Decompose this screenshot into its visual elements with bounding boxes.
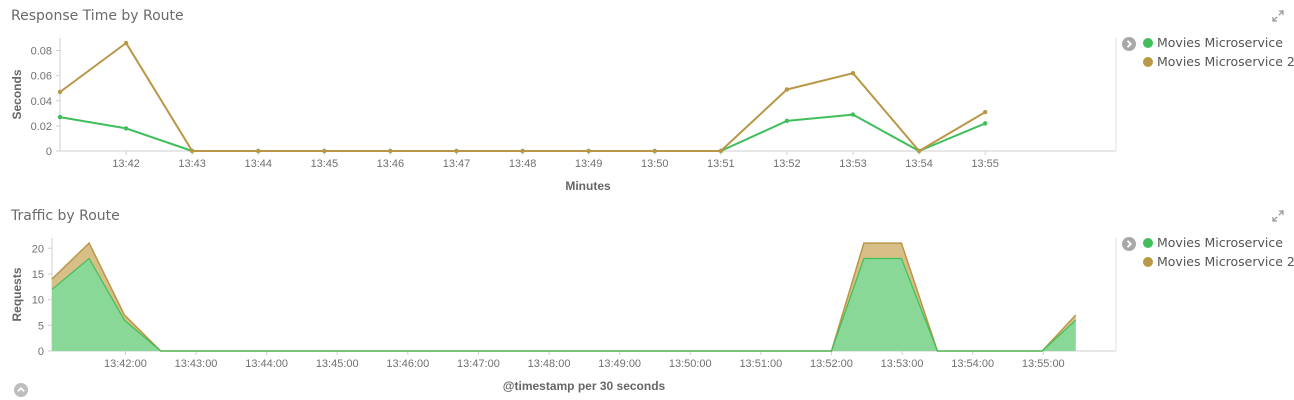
x-axis-label: Minutes — [565, 179, 611, 193]
data-point — [652, 148, 657, 154]
y-tick-label: 15 — [32, 269, 44, 281]
legend-item-movies-microservice-2[interactable]: Movies Microservice 2 — [1143, 52, 1294, 71]
data-point — [916, 148, 922, 154]
x-axis-label: @timestamp per 30 seconds — [503, 379, 666, 393]
data-point — [586, 148, 591, 154]
response-time-chart: 0 0.02 0.04 0.06 0.08 13:42 13:43 13:44 13:45 13:… — [10, 38, 1117, 193]
x-tick-label: 13:49:00 — [598, 358, 641, 370]
x-tick-label: 13:46 — [377, 158, 405, 170]
x-tick-label: 13:45 — [311, 158, 339, 170]
x-tick-label: 13:54 — [905, 158, 933, 170]
y-tick-label: 0.06 — [31, 71, 52, 83]
x-tick-label: 13:43 — [178, 158, 206, 170]
x-tick-label: 13:45:00 — [316, 358, 359, 370]
legend-item-movies-microservice[interactable]: Movies Microservice — [1143, 33, 1294, 52]
y-tick-label: 0.02 — [31, 121, 52, 133]
data-point — [189, 148, 195, 154]
data-point — [718, 148, 724, 154]
legend-item-movies-microservice[interactable]: Movies Microservice — [1143, 233, 1294, 252]
x-tick-label: 13:49 — [575, 158, 603, 170]
legend-label: Movies Microservice — [1157, 35, 1283, 50]
y-tick-label: 0 — [38, 346, 44, 358]
legend-item-movies-microservice-2[interactable]: Movies Microservice 2 — [1143, 252, 1294, 271]
x-tick-label: 13:46:00 — [386, 358, 429, 370]
y-tick-label: 5 — [38, 320, 44, 332]
data-point — [256, 148, 261, 154]
x-tick-label: 13:44 — [244, 158, 272, 170]
x-tick-label: 13:42 — [112, 158, 140, 170]
data-point — [982, 121, 988, 126]
x-tick-label: 13:54:00 — [951, 358, 994, 370]
data-point — [784, 87, 790, 92]
y-tick-label: 20 — [32, 243, 44, 255]
x-tick-label: 13:43:00 — [175, 358, 218, 370]
y-axis-label: Requests — [10, 267, 24, 321]
x-tick-label: 13:44:00 — [245, 358, 288, 370]
chevron-up-icon[interactable] — [14, 383, 28, 397]
data-point — [123, 126, 129, 131]
data-point — [520, 148, 525, 154]
data-point — [982, 109, 988, 115]
x-tick-label: 13:42:00 — [104, 358, 147, 370]
x-tick-label: 13:50 — [641, 158, 669, 170]
x-tick-label: 13:51:00 — [739, 358, 782, 370]
data-point — [123, 40, 129, 46]
x-tick-label: 13:52:00 — [810, 358, 853, 370]
data-point — [322, 148, 327, 154]
x-tick-label: 13:48 — [509, 158, 537, 170]
data-point — [850, 112, 856, 117]
x-tick-label: 13:52 — [773, 158, 801, 170]
legend-label: Movies Microservice 2 — [1157, 54, 1294, 69]
legend-label: Movies Microservice — [1157, 235, 1283, 250]
x-tick-label: 13:53 — [839, 158, 867, 170]
legend-swatch — [1143, 56, 1153, 67]
traffic-chart: 0 5 10 15 20 13:42:00 13:43:00 13:44:00 13:45:00… — [10, 238, 1117, 393]
y-tick-label: 0.04 — [31, 96, 52, 108]
response-time-panel: Response Time by Route 0 0.02 0.04 0.06 0.08… — [0, 0, 1294, 200]
series-line-2 — [59, 42, 986, 152]
data-point — [784, 118, 790, 124]
y-tick-label: 10 — [32, 295, 44, 307]
series-line-1 — [59, 113, 986, 152]
traffic-panel: Traffic by Route 0 5 10 15 20 13:42:00 13:43:0… — [0, 200, 1294, 400]
legend-swatch — [1143, 237, 1153, 248]
x-tick-label: 13:53:00 — [881, 358, 924, 370]
data-point — [57, 89, 63, 95]
x-tick-label: 13:55 — [971, 158, 999, 170]
legend-swatch — [1143, 37, 1153, 48]
data-point — [454, 148, 459, 154]
x-tick-label: 13:48:00 — [528, 358, 571, 370]
legend-swatch — [1143, 256, 1153, 267]
y-tick-label: 0 — [46, 146, 52, 158]
data-point — [850, 70, 856, 76]
chevron-right-icon[interactable] — [1122, 237, 1136, 251]
y-axis-label: Seconds — [10, 69, 24, 119]
legend-label: Movies Microservice 2 — [1157, 254, 1294, 269]
x-tick-label: 13:55:00 — [1022, 358, 1065, 370]
x-tick-label: 13:47:00 — [457, 358, 500, 370]
x-tick-label: 13:51 — [707, 158, 735, 170]
chevron-right-icon[interactable] — [1122, 37, 1136, 51]
data-point — [388, 148, 393, 154]
data-point — [57, 114, 63, 120]
x-tick-label: 13:50:00 — [669, 358, 712, 370]
x-tick-label: 13:47 — [443, 158, 471, 170]
y-tick-label: 0.08 — [31, 46, 52, 58]
